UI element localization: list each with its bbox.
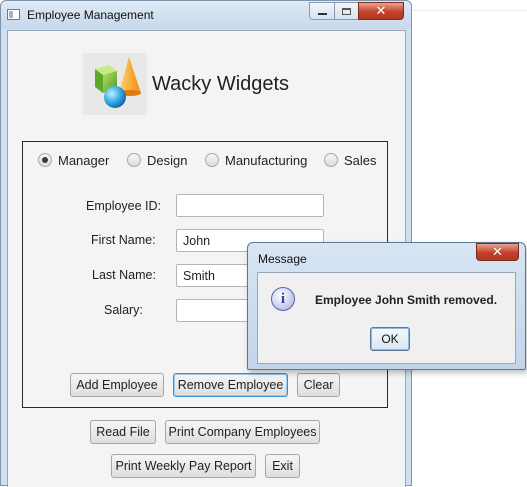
maximize-button[interactable]	[334, 2, 359, 20]
last-name-label: Last Name:	[92, 268, 156, 282]
title-bar[interactable]: Employee Management ✕	[1, 1, 411, 29]
radio-manufacturing[interactable]: Manufacturing	[205, 151, 307, 169]
dialog-body: i Employee John Smith removed. OK	[257, 272, 516, 364]
radio-manager[interactable]: Manager	[38, 151, 109, 169]
print-company-employees-button[interactable]: Print Company Employees	[165, 420, 320, 444]
radio-indicator[interactable]	[324, 153, 338, 167]
shapes-logo-icon	[83, 53, 147, 115]
radio-sales[interactable]: Sales	[324, 151, 377, 169]
print-weekly-pay-report-button[interactable]: Print Weekly Pay Report	[111, 454, 256, 478]
close-icon: ✕	[492, 244, 503, 260]
employee-id-field[interactable]	[176, 194, 324, 217]
info-icon: i	[271, 287, 295, 311]
app-window-icon	[7, 9, 20, 20]
first-name-label: First Name:	[91, 233, 156, 247]
clear-button[interactable]: Clear	[297, 373, 340, 397]
radio-label-sales: Sales	[344, 152, 377, 168]
window-title: Employee Management	[27, 8, 154, 22]
exit-button[interactable]: Exit	[265, 454, 300, 478]
radio-indicator[interactable]	[205, 153, 219, 167]
radio-label-manufacturing: Manufacturing	[225, 152, 308, 168]
close-icon: ✕	[375, 3, 387, 19]
remove-employee-button[interactable]: Remove Employee	[173, 373, 288, 397]
minimize-icon	[317, 13, 327, 15]
maximize-icon	[342, 7, 351, 15]
dialog-close-button[interactable]: ✕	[476, 243, 519, 261]
ok-button[interactable]: OK	[370, 327, 410, 351]
employee-id-label: Employee ID:	[86, 199, 162, 213]
salary-label: Salary:	[104, 303, 143, 317]
dialog-title: Message	[258, 252, 307, 266]
minimize-button[interactable]	[309, 2, 335, 20]
radio-label-design: Design	[147, 152, 188, 168]
dialog-message: Employee John Smith removed.	[315, 293, 498, 307]
radio-indicator[interactable]	[38, 153, 52, 167]
close-button[interactable]: ✕	[358, 2, 404, 20]
radio-label-manager: Manager	[58, 152, 110, 168]
message-dialog: Message ✕ i Employee John Smith removed.…	[247, 242, 526, 370]
desktop-line	[412, 10, 527, 11]
read-file-button[interactable]: Read File	[90, 420, 156, 444]
radio-design[interactable]: Design	[127, 151, 187, 169]
radio-indicator[interactable]	[127, 153, 141, 167]
brand-name: Wacky Widgets	[152, 73, 290, 95]
add-employee-button[interactable]: Add Employee	[70, 373, 164, 397]
